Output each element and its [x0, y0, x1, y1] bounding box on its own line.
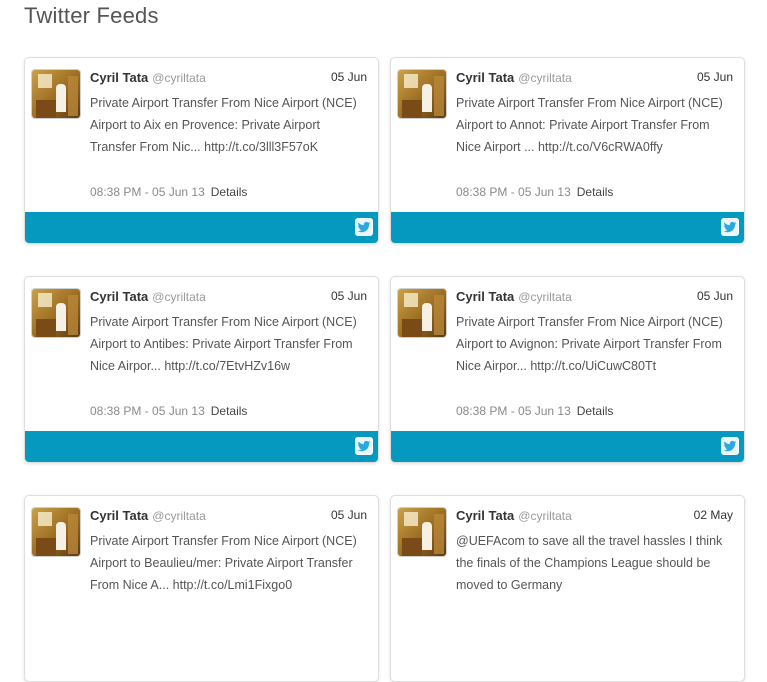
tweet-date[interactable]: 05 Jun [697, 289, 733, 303]
author-name[interactable]: Cyril Tata [90, 508, 148, 523]
tweet-meta: 08:38 PM - 05 Jun 13 Details [90, 185, 247, 199]
details-link[interactable]: Details [211, 404, 248, 418]
author-handle[interactable]: @cyriltata [518, 71, 572, 85]
tweet-line: Airport to Annot: Private Airport Transf… [456, 118, 710, 132]
tweet-line[interactable]: Transfer From Nic... http://t.co/3lll3F5… [90, 136, 375, 158]
author-name[interactable]: Cyril Tata [456, 508, 514, 523]
twitter-bird-icon[interactable] [721, 437, 739, 455]
tweet-footer-bar [25, 212, 378, 243]
tweet-line[interactable]: Nice Airpor... http://t.co/UiCuwC80Tt [456, 355, 741, 377]
tweet-line: Private Airport Transfer From Nice Airpo… [90, 315, 357, 329]
tweet-line: Airport to Beaulieu/mer: Private Airport… [90, 556, 353, 570]
tweet-text: Private Airport Transfer From Nice Airpo… [90, 530, 375, 596]
tweet-card: Cyril Tata @cyriltata 05 Jun Private Airp… [390, 57, 745, 244]
tweet-text: Private Airport Transfer From Nice Airpo… [456, 311, 741, 377]
author-name[interactable]: Cyril Tata [90, 289, 148, 304]
tweet-line: Private Airport Transfer From Nice Airpo… [90, 96, 357, 110]
twitter-bird-icon[interactable] [355, 437, 373, 455]
tweet-timestamp: 08:38 PM - 05 Jun 13 [90, 185, 205, 199]
tweet-author[interactable]: Cyril Tata @cyriltata [90, 289, 206, 304]
tweet-author[interactable]: Cyril Tata @cyriltata [456, 289, 572, 304]
author-name[interactable]: Cyril Tata [456, 70, 514, 85]
tweet-card: Cyril Tata @cyriltata 05 Jun Private Airp… [24, 276, 379, 463]
author-handle[interactable]: @cyriltata [152, 509, 206, 523]
tweet-timestamp: 08:38 PM - 05 Jun 13 [456, 404, 571, 418]
tweet-grid: Cyril Tata @cyriltata 05 Jun Private Airp… [0, 0, 767, 682]
avatar[interactable] [32, 508, 80, 556]
tweet-card: Cyril Tata @cyriltata 05 Jun Private Airp… [24, 57, 379, 244]
tweet-author[interactable]: Cyril Tata @cyriltata [90, 508, 206, 523]
tweet-meta: 08:38 PM - 05 Jun 13 Details [90, 404, 247, 418]
details-link[interactable]: Details [577, 404, 614, 418]
tweet-date[interactable]: 05 Jun [331, 289, 367, 303]
avatar[interactable] [32, 70, 80, 118]
tweet-date[interactable]: 05 Jun [331, 70, 367, 84]
twitter-bird-icon[interactable] [721, 218, 739, 236]
tweet-line: Private Airport Transfer From Nice Airpo… [456, 96, 723, 110]
author-handle[interactable]: @cyriltata [152, 71, 206, 85]
tweet-meta: 08:38 PM - 05 Jun 13 Details [456, 404, 613, 418]
tweet-date[interactable]: 02 May [694, 508, 733, 522]
tweet-date[interactable]: 05 Jun [331, 508, 367, 522]
tweet-card: Cyril Tata @cyriltata 02 May @UEFAcom to … [390, 495, 745, 682]
tweet-text: Private Airport Transfer From Nice Airpo… [90, 92, 375, 158]
avatar[interactable] [398, 508, 446, 556]
tweet-footer-bar [25, 431, 378, 462]
tweet-footer-bar [391, 431, 744, 462]
tweet-line: @UEFAcom to save all the travel hassles … [456, 534, 723, 548]
tweet-card: Cyril Tata @cyriltata 05 Jun Private Airp… [24, 495, 379, 682]
tweet-text: Private Airport Transfer From Nice Airpo… [456, 92, 741, 158]
avatar[interactable] [398, 70, 446, 118]
tweet-line: moved to Germany [456, 578, 563, 592]
tweet-card: Cyril Tata @cyriltata 05 Jun Private Airp… [390, 276, 745, 463]
tweet-author[interactable]: Cyril Tata @cyriltata [90, 70, 206, 85]
tweet-footer-bar [391, 212, 744, 243]
tweet-line[interactable]: Nice Airpor... http://t.co/7EtvHZv16w [90, 355, 375, 377]
tweet-author[interactable]: Cyril Tata @cyriltata [456, 508, 572, 523]
details-link[interactable]: Details [211, 185, 248, 199]
tweet-text: @UEFAcom to save all the travel hassles … [456, 530, 741, 596]
tweet-line: Airport to Avignon: Private Airport Tran… [456, 337, 722, 351]
tweet-text: Private Airport Transfer From Nice Airpo… [90, 311, 375, 377]
tweet-line: Private Airport Transfer From Nice Airpo… [456, 315, 723, 329]
details-link[interactable]: Details [577, 185, 614, 199]
author-handle[interactable]: @cyriltata [152, 290, 206, 304]
tweet-line: Airport to Antibes: Private Airport Tran… [90, 337, 353, 351]
tweet-line: Airport to Aix en Provence: Private Airp… [90, 118, 320, 132]
tweet-timestamp: 08:38 PM - 05 Jun 13 [90, 404, 205, 418]
tweet-meta: 08:38 PM - 05 Jun 13 Details [456, 185, 613, 199]
tweet-line: Private Airport Transfer From Nice Airpo… [90, 534, 357, 548]
tweet-date[interactable]: 05 Jun [697, 70, 733, 84]
avatar[interactable] [32, 289, 80, 337]
tweet-line[interactable]: Nice Airport ... http://t.co/V6cRWA0ffy [456, 136, 741, 158]
tweet-line[interactable]: From Nice A... http://t.co/Lmi1Fixgo0 [90, 574, 375, 596]
author-name[interactable]: Cyril Tata [90, 70, 148, 85]
author-handle[interactable]: @cyriltata [518, 509, 572, 523]
author-name[interactable]: Cyril Tata [456, 289, 514, 304]
tweet-timestamp: 08:38 PM - 05 Jun 13 [456, 185, 571, 199]
avatar[interactable] [398, 289, 446, 337]
tweet-line: the finals of the Champions League shoul… [456, 556, 711, 570]
author-handle[interactable]: @cyriltata [518, 290, 572, 304]
twitter-bird-icon[interactable] [355, 218, 373, 236]
tweet-author[interactable]: Cyril Tata @cyriltata [456, 70, 572, 85]
